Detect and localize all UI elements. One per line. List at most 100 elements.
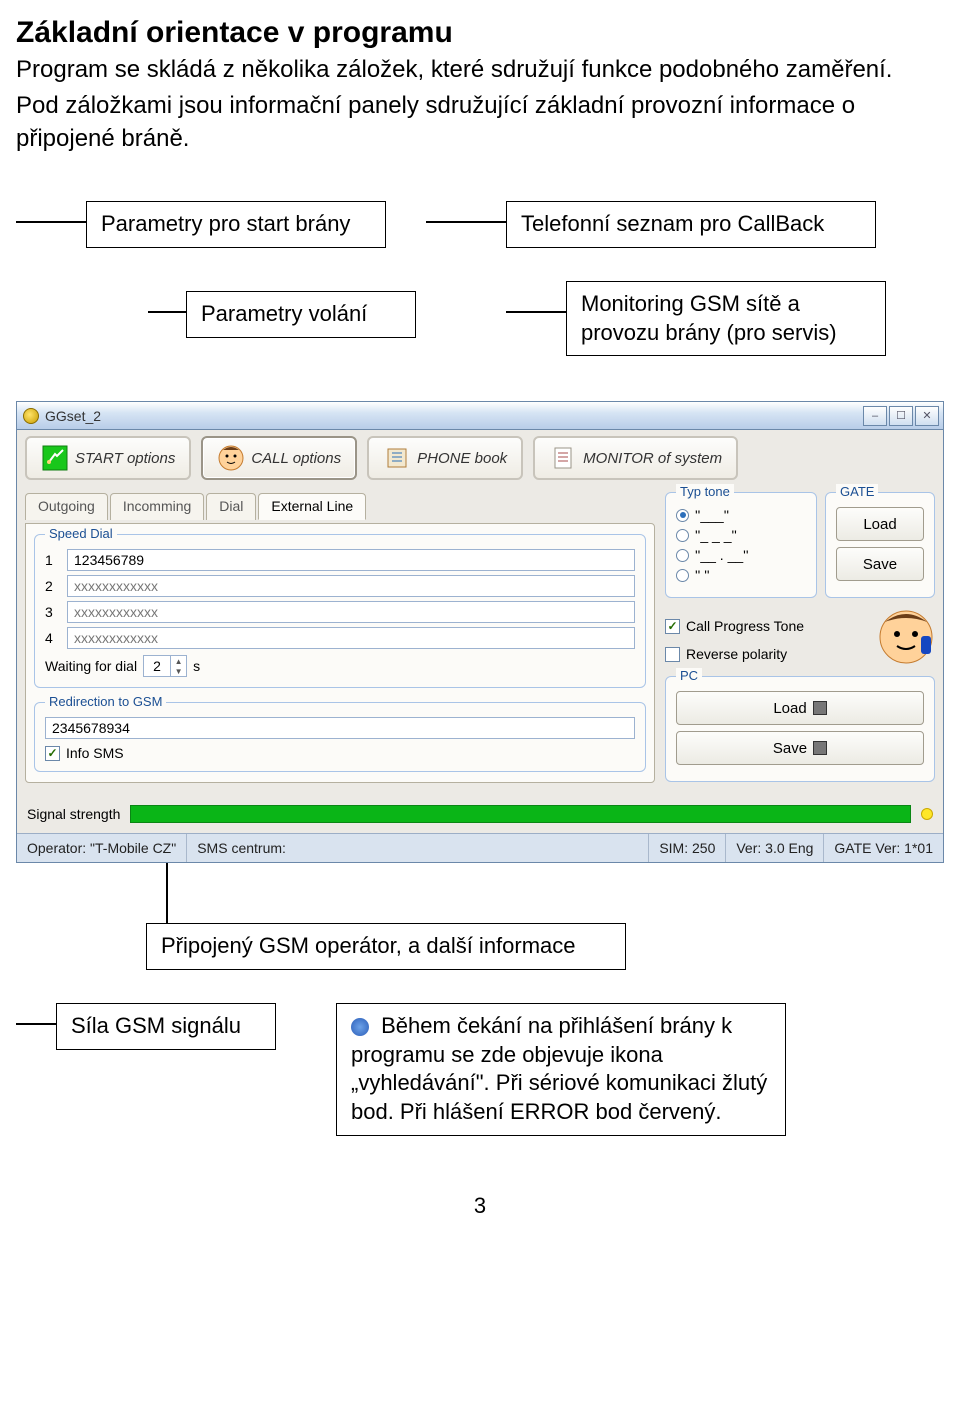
redirection-number-input[interactable] [45,717,635,739]
start-options-tab[interactable]: START options [25,436,191,480]
page-title: Základní orientace v programu [16,16,944,50]
face-icon [217,444,245,472]
gate-save-button[interactable]: Save [836,547,924,581]
speed-idx-2: 2 [45,578,59,594]
app-icon [23,408,39,424]
speed-dial-group: Speed Dial 1 2 3 4 [34,534,646,688]
info-sms-label: Info SMS [66,745,124,761]
external-line-panel: Speed Dial 1 2 3 4 [25,523,655,783]
callout-signal-box: Síla GSM signálu [56,1003,276,1050]
pc-load-button[interactable]: Load [676,691,924,725]
radio-button[interactable] [676,549,689,562]
main-toolbar: START options CALL options PHONE book MO… [17,430,943,486]
search-icon [351,1018,369,1036]
subtab-dial[interactable]: Dial [206,493,256,520]
call-progress-label: Call Progress Tone [686,618,804,634]
statusbar: Operator: "T-Mobile CZ" SMS centrum: SIM… [17,833,943,862]
speed-dial-input-4[interactable] [67,627,635,649]
maximize-button[interactable]: ☐ [889,406,913,426]
connector [426,221,506,223]
connector [16,1023,56,1025]
callout-call-params-box: Parametry volání [186,291,416,338]
typ-tone-label-0: ''___'' [695,507,729,523]
statusbar-ver: Ver: 3.0 Eng [726,834,824,862]
radio-button[interactable] [676,529,689,542]
waiting-value[interactable] [144,657,170,675]
callout-start-params-label: Parametry pro start brány [101,211,350,236]
toolbar-call-label: CALL options [251,450,341,467]
waiting-spinner[interactable]: ▲ ▼ [143,655,187,677]
minimize-button[interactable]: – [863,406,887,426]
gate-load-button[interactable]: Load [836,507,924,541]
speed-dial-input-2[interactable] [67,575,635,597]
redirection-group: Redirection to GSM ✓ Info SMS [34,702,646,772]
disk-icon [813,741,827,755]
typ-tone-legend: Typ tone [676,484,734,499]
subtab-incomming[interactable]: Incomming [110,493,204,520]
typ-tone-label-1: ''_ _ _'' [695,527,737,543]
subtab-external-line[interactable]: External Line [258,493,366,520]
close-button[interactable]: ✕ [915,406,939,426]
subtab-outgoing[interactable]: Outgoing [25,493,108,520]
toolbar-start-label: START options [75,450,175,467]
book-icon [383,444,411,472]
connector [148,311,186,313]
right-middle: ✓ Call Progress Tone ✓ Reverse polarity [665,608,935,666]
signal-label: Signal strength [27,806,120,822]
pc-load-label: Load [773,700,806,717]
paper-icon [549,444,577,472]
pc-save-label: Save [773,740,807,757]
signal-row: Signal strength [17,795,943,833]
disk-icon [813,701,827,715]
spinner-down-icon[interactable]: ▼ [170,666,186,676]
right-pane: Typ tone ''___'' ''_ _ _'' ''__ . __'' [665,492,935,783]
phone-book-tab[interactable]: PHONE book [367,436,523,480]
typ-tone-group: Typ tone ''___'' ''_ _ _'' ''__ . __'' [665,492,817,598]
callout-waiting-text: Během čekání na přihlášení brány k progr… [351,1013,767,1124]
speed-dial-row: 4 [45,627,635,649]
speed-dial-input-3[interactable] [67,601,635,623]
waiting-for-dial-row: Waiting for dial ▲ ▼ s [45,655,635,677]
pc-legend: PC [676,668,702,683]
typ-tone-option[interactable]: ''__ . __'' [676,547,806,563]
connector [16,221,86,223]
callout-phonebook-label: Telefonní seznam pro CallBack [521,211,824,236]
connector [166,863,168,923]
call-options-tab[interactable]: CALL options [201,436,357,480]
operator-value: "T-Mobile CZ" [90,840,176,856]
titlebar: GGset_2 – ☐ ✕ [17,402,943,430]
statusbar-sim: SIM: 250 [649,834,726,862]
spinner-up-icon[interactable]: ▲ [170,656,186,666]
connector [506,311,566,313]
typ-tone-label-3: '' '' [695,567,710,583]
callout-waiting-box: Během čekání na přihlášení brány k progr… [336,1003,786,1135]
typ-tone-option[interactable]: ''_ _ _'' [676,527,806,543]
reverse-polarity-checkbox[interactable]: ✓ [665,647,680,662]
speed-dial-row: 2 [45,575,635,597]
intro-paragraph-2: Pod záložkami jsou informační panely sdr… [16,90,944,155]
typ-tone-option[interactable]: ''___'' [676,507,806,523]
info-sms-row[interactable]: ✓ Info SMS [45,745,635,761]
toolbar-monitor-label: MONITOR of system [583,450,722,467]
callout-operator-label: Připojený GSM operátor, a další informac… [161,933,576,958]
call-progress-row[interactable]: ✓ Call Progress Tone [665,618,804,634]
intro-paragraph-1: Program se skládá z několika záložek, kt… [16,54,944,86]
call-progress-checkbox[interactable]: ✓ [665,619,680,634]
pc-save-button[interactable]: Save [676,731,924,765]
status-dot-icon [921,808,933,820]
speed-idx-4: 4 [45,630,59,646]
face-art-icon [877,608,935,666]
callout-call-params-label: Parametry volání [201,301,367,326]
redirection-legend: Redirection to GSM [45,694,166,709]
callout-signal-label: Síla GSM signálu [71,1013,241,1038]
statusbar-gate-ver: GATE Ver: 1*01 [824,834,943,862]
radio-button[interactable] [676,509,689,522]
callout-monitoring-box: Monitoring GSM sítě a provozu brány (pro… [566,281,886,356]
typ-tone-option[interactable]: '' '' [676,567,806,583]
statusbar-sms-centrum: SMS centrum: [187,834,649,862]
monitor-tab[interactable]: MONITOR of system [533,436,738,480]
speed-dial-input-1[interactable] [67,549,635,571]
info-sms-checkbox[interactable]: ✓ [45,746,60,761]
reverse-polarity-row[interactable]: ✓ Reverse polarity [665,646,804,662]
radio-button[interactable] [676,569,689,582]
